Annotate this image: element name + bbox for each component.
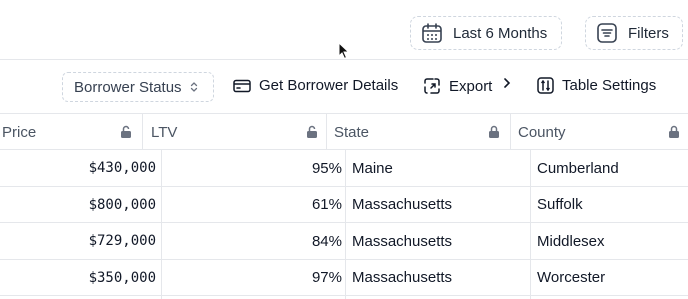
table-row[interactable]: $430,000 95% Maine Cumberland [0, 150, 688, 187]
table-body: $430,000 95% Maine Cumberland $800,000 6… [0, 150, 688, 296]
table-settings-icon [537, 77, 554, 94]
column-header-label: LTV [151, 123, 178, 141]
price-cell: $729,000 [88, 233, 156, 249]
get-borrower-details-button[interactable]: Get Borrower Details [233, 77, 398, 94]
borrower-status-select[interactable]: Borrower Status [62, 72, 214, 102]
export-icon [424, 78, 440, 94]
export-button[interactable]: Export [423, 77, 492, 95]
price-cell: $430,000 [88, 160, 156, 176]
export-expand-button[interactable] [503, 77, 511, 89]
lock-icon[interactable] [488, 125, 500, 139]
price-cell: $800,000 [88, 196, 156, 213]
county-cell: Worcester [537, 269, 606, 286]
date-range-label: Last 6 Months [453, 24, 548, 42]
column-header-price[interactable]: Price [2, 114, 140, 150]
filters-button[interactable]: Filters [585, 16, 683, 50]
column-divider[interactable] [142, 114, 143, 150]
table-row[interactable]: $350,000 97% Massachusetts Worcester [0, 260, 688, 296]
table-row[interactable]: $729,000 84% Massachusetts Middlesex [0, 223, 688, 260]
column-header-label: Price [2, 123, 37, 141]
ltv-cell: 95% [311, 159, 342, 177]
state-cell: Massachusetts [352, 232, 453, 250]
credit-card-icon [233, 79, 251, 92]
date-range-button[interactable]: Last 6 Months [410, 16, 562, 50]
table-settings-button[interactable]: Table Settings [537, 77, 656, 94]
state-cell: Maine [352, 159, 393, 177]
borrower-status-label: Borrower Status [74, 78, 182, 96]
state-cell: Massachusetts [352, 196, 453, 213]
column-divider[interactable] [326, 114, 327, 150]
county-cell: Middlesex [537, 232, 605, 250]
chevron-up-down-icon [190, 82, 197, 92]
get-borrower-details-label: Get Borrower Details [259, 77, 399, 94]
filters-label: Filters [628, 24, 669, 42]
column-divider[interactable] [510, 114, 511, 150]
ltv-cell: 84% [311, 232, 342, 250]
calendar-icon [422, 23, 442, 43]
filter-lines-icon [597, 23, 617, 43]
unlocked-icon[interactable] [306, 125, 318, 139]
unlocked-icon[interactable] [120, 125, 132, 139]
table-settings-label: Table Settings [562, 77, 657, 94]
county-cell: Suffolk [537, 196, 583, 213]
ltv-cell: 61% [311, 196, 342, 213]
ltv-cell: 97% [311, 269, 342, 286]
column-header-county[interactable]: County [518, 114, 688, 150]
column-header-label: County [518, 123, 566, 141]
chevron-right-icon [504, 78, 511, 88]
export-label: Export [449, 77, 493, 95]
state-cell: Massachusetts [352, 269, 453, 286]
column-header-label: State [334, 123, 370, 141]
price-cell: $350,000 [88, 269, 156, 286]
table-row[interactable]: $800,000 61% Massachusetts Suffolk [0, 187, 688, 223]
mouse-cursor-icon [338, 42, 350, 60]
table-header: Price LTV State County [0, 114, 688, 150]
table-toolbar: Borrower Status Get Borrower Details Exp… [0, 60, 688, 114]
column-header-ltv[interactable]: LTV [151, 114, 326, 150]
lock-icon[interactable] [668, 125, 680, 139]
column-header-state[interactable]: State [334, 114, 508, 150]
county-cell: Cumberland [537, 159, 619, 177]
